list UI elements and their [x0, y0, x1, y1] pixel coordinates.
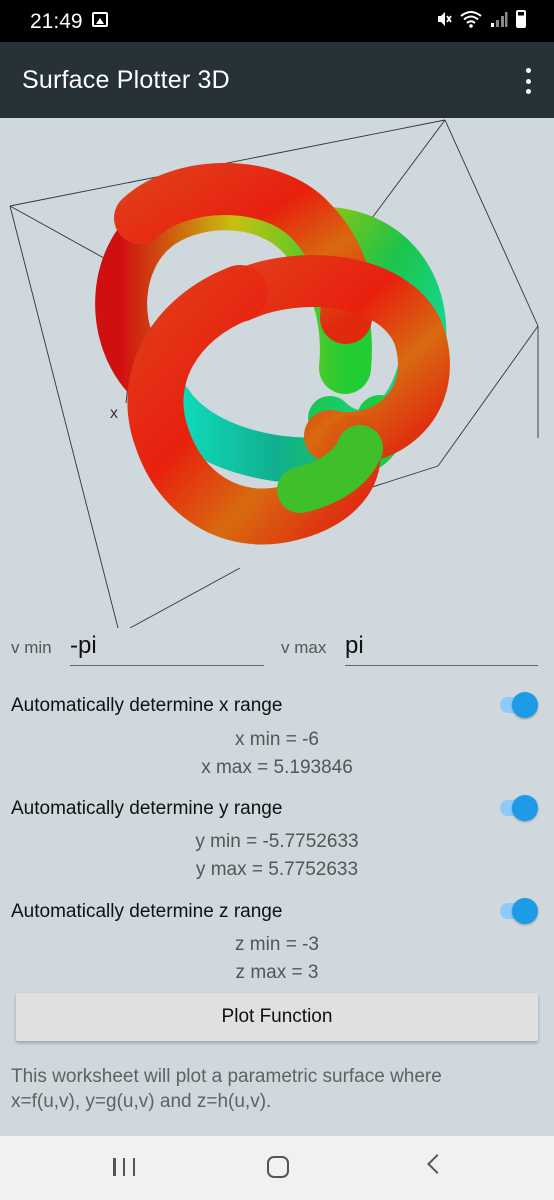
app-bar: Surface Plotter 3D [0, 42, 554, 118]
description-line-1: This worksheet will plot a parametric su… [11, 1066, 442, 1087]
navigation-bar [0, 1136, 554, 1200]
overflow-menu-icon[interactable] [524, 68, 532, 94]
trefoil-knot-plot: x [9, 119, 539, 629]
x-min-text: x min = -6 [235, 729, 319, 750]
z-max-text: z max = 3 [235, 962, 319, 983]
x-range-toggle-label: Automatically determine x range [11, 695, 283, 716]
battery-icon [516, 10, 526, 28]
status-bar: 21:49 [0, 0, 554, 42]
wifi-icon [460, 10, 482, 28]
z-range-switch[interactable] [496, 898, 538, 924]
app-title: Surface Plotter 3D [22, 66, 230, 94]
home-icon[interactable] [267, 1156, 289, 1178]
v-max-label: v max [281, 638, 327, 657]
v-range-row: v min v max [0, 626, 554, 671]
y-range-toggle-row[interactable]: Automatically determine y range [0, 792, 554, 826]
recent-apps-icon[interactable] [113, 1158, 135, 1176]
v-max-input[interactable] [345, 626, 538, 666]
x-max-text: x max = 5.193846 [201, 757, 353, 778]
y-min-text: y min = -5.7752633 [195, 831, 359, 852]
y-max-text: y max = 5.7752633 [195, 859, 359, 880]
mute-icon [436, 10, 452, 28]
image-icon [92, 12, 108, 27]
description-text: This worksheet will plot a parametric su… [11, 1064, 541, 1114]
v-min-input[interactable] [70, 626, 264, 666]
surface-plot[interactable]: x [0, 118, 554, 629]
z-range-toggle-row[interactable]: Automatically determine z range [0, 895, 554, 929]
signal-icon [490, 10, 508, 28]
axis-label-x: x [110, 405, 118, 422]
v-min-label: v min [11, 638, 52, 657]
plot-function-button[interactable]: Plot Function [16, 993, 538, 1041]
y-range-toggle-label: Automatically determine y range [11, 798, 283, 819]
x-range-switch[interactable] [496, 692, 538, 718]
back-icon[interactable] [427, 1154, 447, 1174]
z-range-toggle-label: Automatically determine z range [11, 901, 283, 922]
y-range-switch[interactable] [496, 795, 538, 821]
description-line-2: x=f(u,v), y=g(u,v) and z=h(u,v). [11, 1091, 272, 1112]
status-time: 21:49 [30, 10, 83, 33]
x-range-toggle-row[interactable]: Automatically determine x range [0, 689, 554, 723]
z-min-text: z min = -3 [235, 934, 319, 955]
